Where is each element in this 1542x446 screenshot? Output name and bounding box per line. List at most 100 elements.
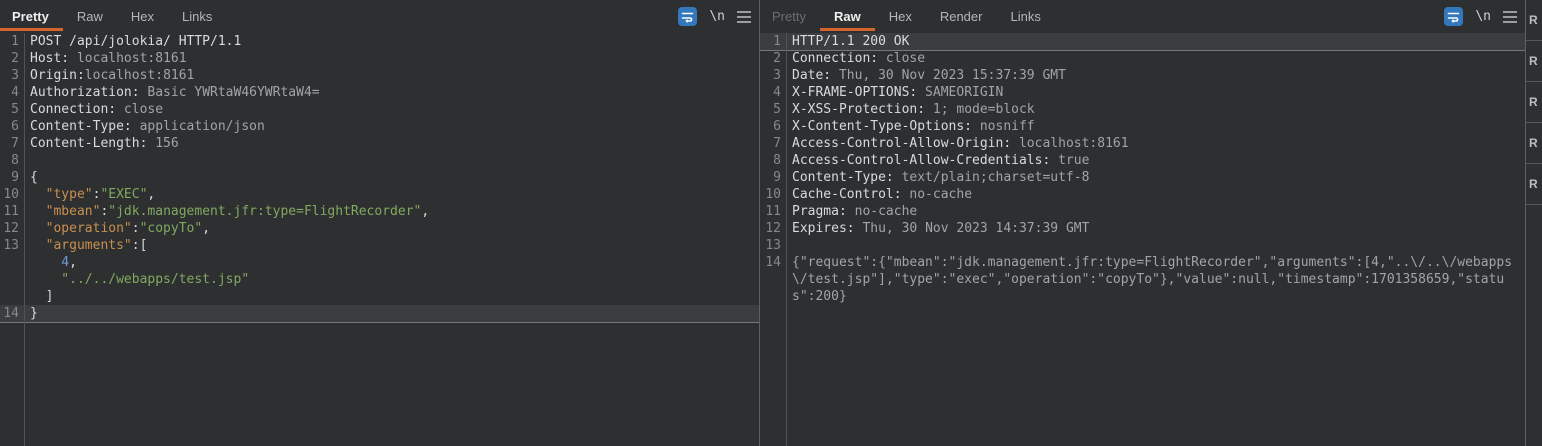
code-line[interactable]: 7Content-Length: 156 xyxy=(0,135,759,152)
line-text: POST /api/jolokia/ HTTP/1.1 xyxy=(24,33,759,50)
line-text xyxy=(786,237,1525,254)
line-text: "../../webapps/test.jsp" xyxy=(24,271,759,288)
inspector-section[interactable]: R xyxy=(1526,123,1542,164)
code-line[interactable]: 9{ xyxy=(0,169,759,186)
code-line[interactable]: 4X-FRAME-OPTIONS: SAMEORIGIN xyxy=(760,84,1525,101)
inspector-section[interactable]: R xyxy=(1526,41,1542,82)
code-line[interactable]: 10Cache-Control: no-cache xyxy=(760,186,1525,203)
code-line[interactable]: 3Date: Thu, 30 Nov 2023 15:37:39 GMT xyxy=(760,67,1525,84)
code-line[interactable]: 9Content-Type: text/plain;charset=utf-8 xyxy=(760,169,1525,186)
inspector-collapsed-panel: RRRRR xyxy=(1526,0,1542,446)
line-text: Expires: Thu, 30 Nov 2023 14:37:39 GMT xyxy=(786,220,1525,237)
line-number: 4 xyxy=(760,84,786,101)
editor-menu-icon[interactable] xyxy=(1503,9,1517,25)
inspector-section[interactable]: R xyxy=(1526,82,1542,123)
line-text: Connection: close xyxy=(24,101,759,118)
line-number: 14 xyxy=(0,305,24,322)
code-line[interactable]: 8 xyxy=(0,152,759,169)
request-pane: PrettyRawHexLinks \n 1POST /api/jolokia/… xyxy=(0,0,759,446)
word-wrap-toggle-button[interactable] xyxy=(678,7,697,26)
line-text: X-FRAME-OPTIONS: SAMEORIGIN xyxy=(786,84,1525,101)
tab-links[interactable]: Links xyxy=(996,0,1054,33)
word-wrap-toggle-button[interactable] xyxy=(1444,7,1463,26)
line-text: {"request":{"mbean":"jdk.management.jfr:… xyxy=(786,254,1525,305)
line-number: 8 xyxy=(0,152,24,169)
code-line[interactable]: 1POST /api/jolokia/ HTTP/1.1 xyxy=(0,33,759,50)
response-code-area[interactable]: 1HTTP/1.1 200 OK2Connection: close3Date:… xyxy=(760,33,1525,446)
line-number: 2 xyxy=(0,50,24,67)
word-wrap-icon xyxy=(1447,10,1460,23)
line-text: Host: localhost:8161 xyxy=(24,50,759,67)
code-line[interactable]: 6X-Content-Type-Options: nosniff xyxy=(760,118,1525,135)
code-line[interactable]: 13 xyxy=(760,237,1525,254)
code-line[interactable]: 2Connection: close xyxy=(760,50,1525,67)
line-text: "type":"EXEC", xyxy=(24,186,759,203)
line-text: HTTP/1.1 200 OK xyxy=(786,33,1525,50)
line-text: X-Content-Type-Options: nosniff xyxy=(786,118,1525,135)
gutter-divider xyxy=(24,33,25,446)
line-text: Content-Length: 156 xyxy=(24,135,759,152)
response-pane: PrettyRawHexRenderLinks \n 1HTTP/1.1 200… xyxy=(760,0,1525,446)
code-line[interactable]: ] xyxy=(0,288,759,305)
code-line[interactable]: 14} xyxy=(0,305,759,322)
code-line[interactable]: 3Origin:localhost:8161 xyxy=(0,67,759,84)
inspector-section[interactable]: R xyxy=(1526,164,1542,205)
line-number: 12 xyxy=(760,220,786,237)
tab-pretty[interactable]: Pretty xyxy=(0,0,63,33)
tab-pretty: Pretty xyxy=(760,0,820,33)
code-line[interactable]: 7Access-Control-Allow-Origin: localhost:… xyxy=(760,135,1525,152)
line-text: "mbean":"jdk.management.jfr:type=FlightR… xyxy=(24,203,759,220)
line-number: 7 xyxy=(0,135,24,152)
word-wrap-icon xyxy=(681,10,694,23)
tab-raw[interactable]: Raw xyxy=(63,0,117,33)
line-number: 9 xyxy=(0,169,24,186)
tab-links[interactable]: Links xyxy=(168,0,226,33)
line-number xyxy=(0,271,24,288)
code-line[interactable]: 1HTTP/1.1 200 OK xyxy=(760,33,1525,50)
code-line[interactable]: 5Connection: close xyxy=(0,101,759,118)
line-number: 7 xyxy=(760,135,786,152)
code-line[interactable]: 12Expires: Thu, 30 Nov 2023 14:37:39 GMT xyxy=(760,220,1525,237)
code-line[interactable]: 10 "type":"EXEC", xyxy=(0,186,759,203)
inspector-section[interactable]: R xyxy=(1526,0,1542,41)
request-code-area[interactable]: 1POST /api/jolokia/ HTTP/1.12Host: local… xyxy=(0,33,759,446)
tab-hex[interactable]: Hex xyxy=(117,0,168,33)
request-toolbar: \n xyxy=(678,7,759,26)
request-tabs: PrettyRawHexLinks xyxy=(0,0,226,33)
code-line[interactable]: "../../webapps/test.jsp" xyxy=(0,271,759,288)
code-line[interactable]: 14{"request":{"mbean":"jdk.management.jf… xyxy=(760,254,1525,305)
line-text: Date: Thu, 30 Nov 2023 15:37:39 GMT xyxy=(786,67,1525,84)
code-line[interactable]: 8Access-Control-Allow-Credentials: true xyxy=(760,152,1525,169)
tab-raw[interactable]: Raw xyxy=(820,0,875,33)
code-line[interactable]: 5X-XSS-Protection: 1; mode=block xyxy=(760,101,1525,118)
line-text: Content-Type: application/json xyxy=(24,118,759,135)
line-number: 3 xyxy=(760,67,786,84)
line-number: 8 xyxy=(760,152,786,169)
line-text: "arguments":[ xyxy=(24,237,759,254)
line-number: 11 xyxy=(0,203,24,220)
line-text xyxy=(24,152,759,169)
line-text: Pragma: no-cache xyxy=(786,203,1525,220)
editor-menu-icon[interactable] xyxy=(737,9,751,25)
tab-hex[interactable]: Hex xyxy=(875,0,926,33)
code-line[interactable]: 4, xyxy=(0,254,759,271)
response-toolbar: \n xyxy=(1444,7,1525,26)
code-line[interactable]: 2Host: localhost:8161 xyxy=(0,50,759,67)
code-line[interactable]: 11 "mbean":"jdk.management.jfr:type=Flig… xyxy=(0,203,759,220)
code-line[interactable]: 11Pragma: no-cache xyxy=(760,203,1525,220)
line-number: 9 xyxy=(760,169,786,186)
code-line[interactable]: 6Content-Type: application/json xyxy=(0,118,759,135)
line-number: 11 xyxy=(760,203,786,220)
line-number: 4 xyxy=(0,84,24,101)
line-number: 1 xyxy=(0,33,24,50)
line-number: 13 xyxy=(0,237,24,254)
code-line[interactable]: 4Authorization: Basic YWRtaW46YWRtaW4= xyxy=(0,84,759,101)
newline-display-toggle[interactable]: \n xyxy=(709,9,725,24)
line-number: 3 xyxy=(0,67,24,84)
newline-display-toggle[interactable]: \n xyxy=(1475,9,1491,24)
code-line[interactable]: 13 "arguments":[ xyxy=(0,237,759,254)
code-line[interactable]: 12 "operation":"copyTo", xyxy=(0,220,759,237)
tab-render[interactable]: Render xyxy=(926,0,997,33)
line-text: X-XSS-Protection: 1; mode=block xyxy=(786,101,1525,118)
line-number: 13 xyxy=(760,237,786,254)
